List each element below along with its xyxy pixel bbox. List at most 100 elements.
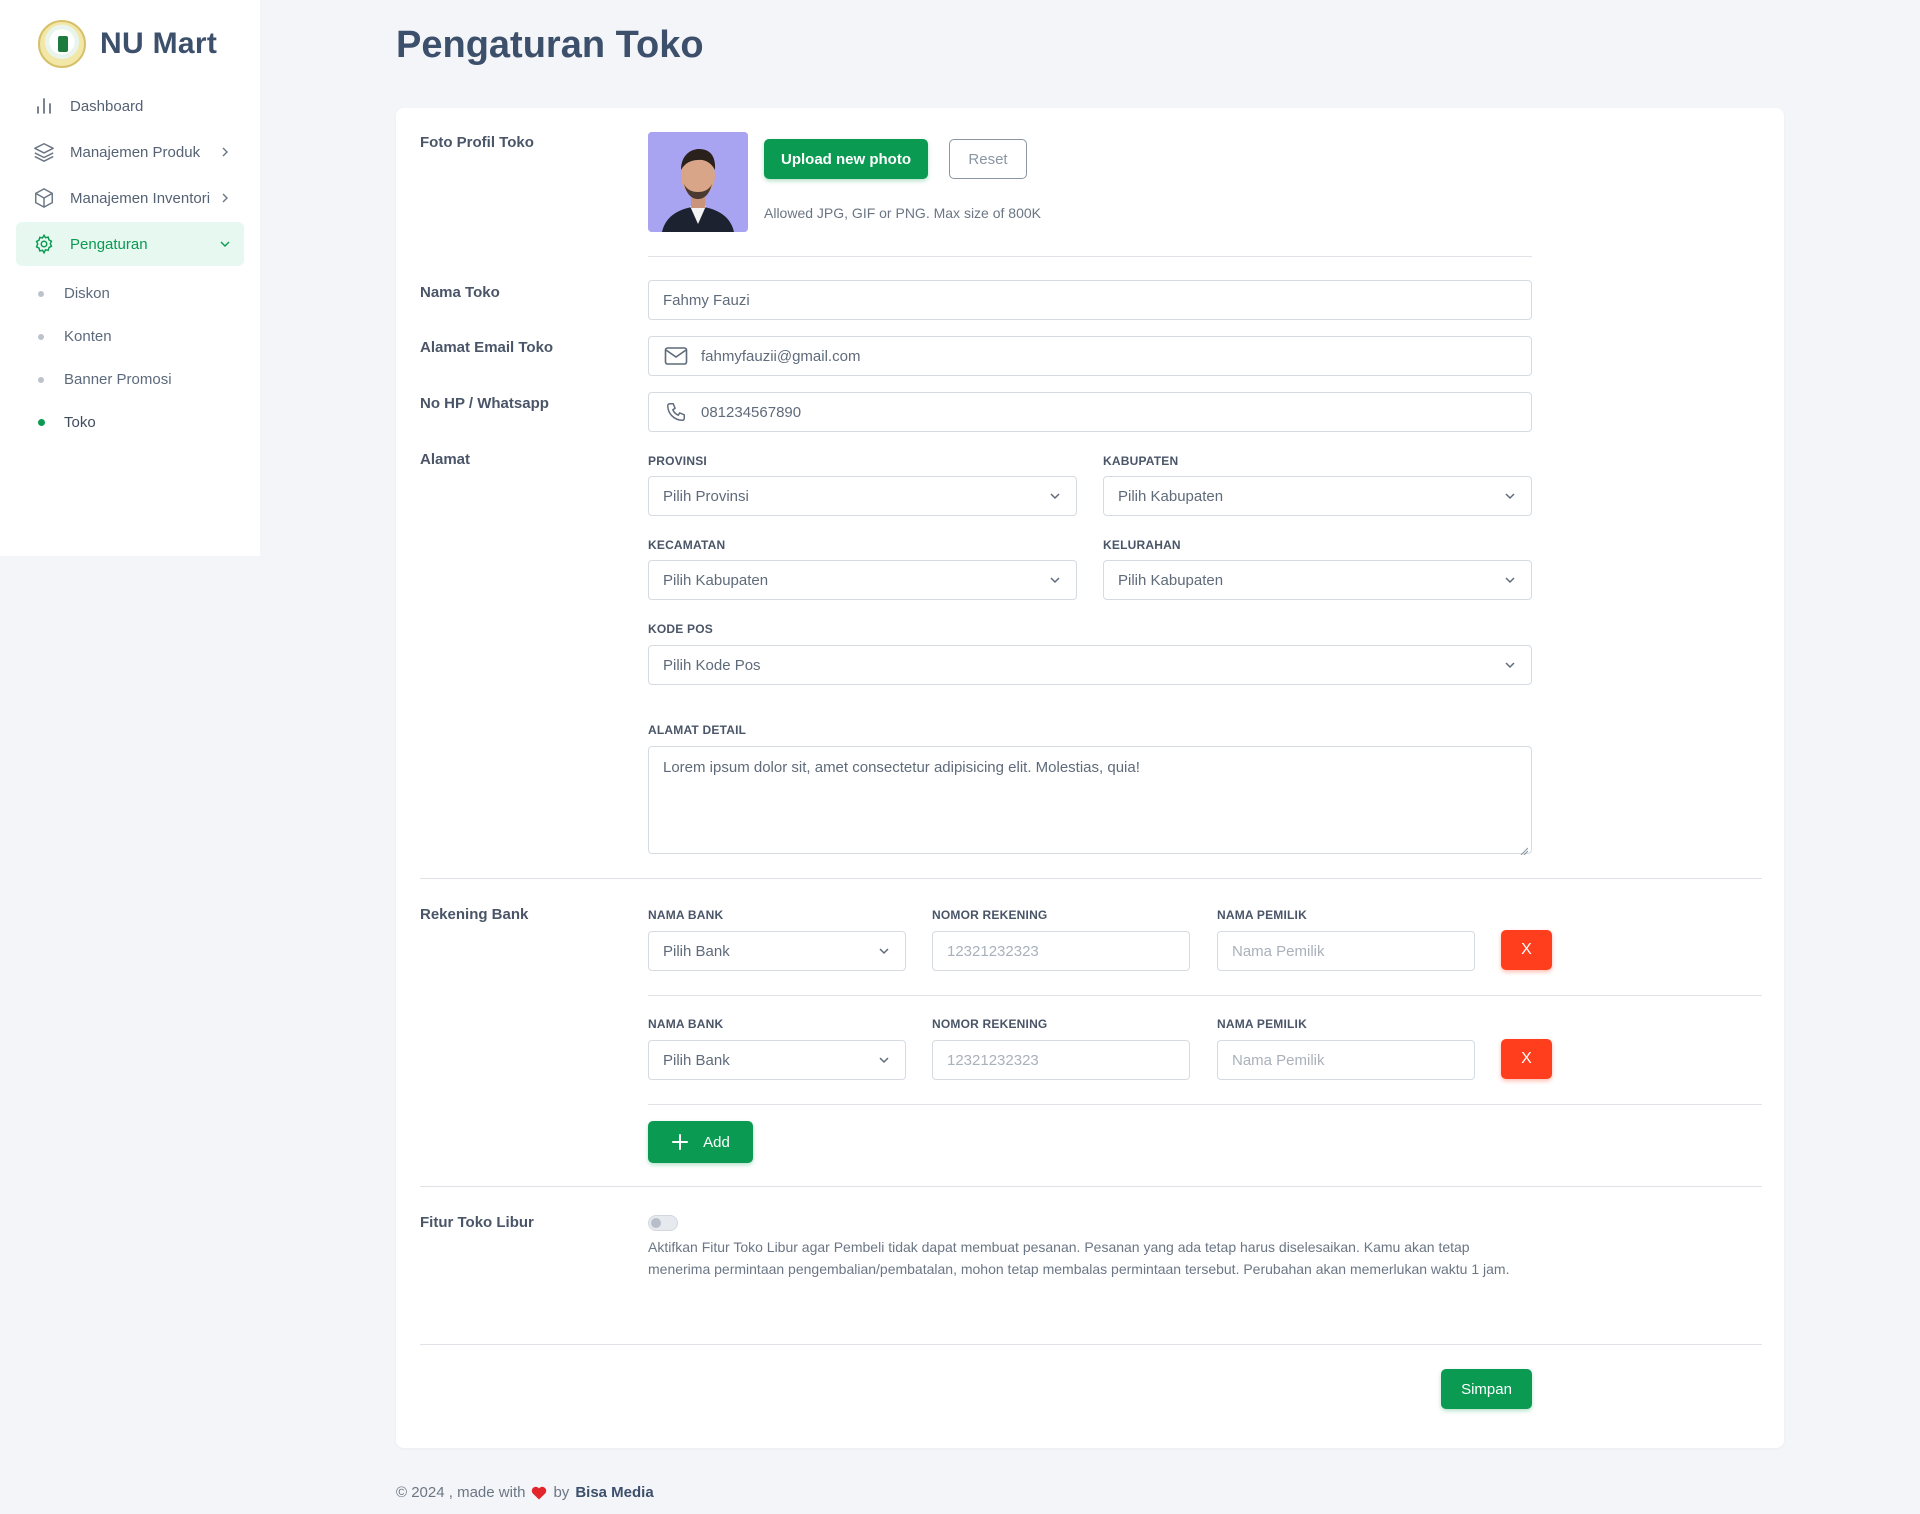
address-detail-label: ALAMAT DETAIL [648,723,747,737]
province-value: Pilih Provinsi [663,487,749,505]
sidebar-nav: Dashboard Manajemen Produk Manajemen Inv… [16,84,244,444]
sidebar-item-label: Pengaturan [70,235,148,253]
store-email-value: fahmyfauzii@gmail.com [701,347,861,365]
chevron-down-icon [877,944,891,958]
mail-icon [663,343,689,369]
gear-icon [32,232,56,256]
sidebar-item-dashboard[interactable]: Dashboard [16,84,244,128]
account-owner-label: NAMA PEMILIK [1217,908,1307,922]
village-value: Pilih Kabupaten [1118,571,1224,589]
divider [648,256,1532,257]
bank-name-label: NAMA BANK [648,908,724,922]
add-bank-label: Add [703,1133,730,1151]
reset-photo-button[interactable]: Reset [949,139,1027,179]
postal-code-label: KODE POS [648,622,713,636]
box-icon [32,186,56,210]
store-email-label: Alamat Email Toko [420,339,554,356]
phone-value: 081234567890 [701,403,802,421]
regency-select[interactable]: Pilih Kabupaten [1103,476,1532,516]
district-select[interactable]: Pilih Kabupaten [648,560,1077,600]
add-bank-button[interactable]: Add [648,1121,753,1163]
chevron-right-icon [218,145,232,159]
phone-label: No HP / Whatsapp [420,395,549,412]
settings-card: Foto Profil Toko Upload new photo Reset … [396,108,1784,1448]
divider [420,1344,1762,1345]
sidebar-subitem-label: Konten [64,328,112,345]
chevron-down-icon [877,1053,891,1067]
bank-select[interactable]: Pilih Bank [648,1040,906,1080]
bar-chart-icon [32,94,56,118]
sidebar-subitem-konten[interactable]: Konten [16,315,244,358]
sidebar-item-label: Manajemen Inventori [70,189,211,207]
photo-label: Foto Profil Toko [420,134,534,151]
sidebar-item-label: Manajemen Produk [70,143,201,161]
upload-photo-button[interactable]: Upload new photo [764,139,928,179]
sidebar-subitem-label: Diskon [64,285,110,302]
sidebar-subitem-toko[interactable]: Toko [16,401,244,444]
sidebar-subitem-diskon[interactable]: Diskon [16,272,244,315]
account-owner-input[interactable]: Nama Pemilik [1217,931,1475,971]
sidebar-item-label: Dashboard [70,97,144,115]
store-name-input[interactable]: Fahmy Fauzi [648,280,1532,320]
bank-select-value: Pilih Bank [663,1051,730,1069]
brand-name: NU Mart [100,27,218,60]
chevron-down-icon [1503,489,1517,503]
account-number-placeholder: 12321232323 [947,1051,1039,1069]
account-owner-label: NAMA PEMILIK [1217,1017,1307,1031]
footer-text: © 2024 , made with [396,1484,526,1501]
account-number-label: NOMOR REKENING [932,908,1048,922]
toggle-knob [651,1218,661,1228]
phone-icon [663,399,689,425]
postal-code-select[interactable]: Pilih Kode Pos [648,645,1532,685]
sidebar-item-manajemen-produk[interactable]: Manajemen Produk [16,130,244,174]
sidebar-subitem-label: Toko [64,414,96,431]
plus-icon [671,1133,689,1151]
address-label: Alamat [420,451,471,468]
bank-select[interactable]: Pilih Bank [648,931,906,971]
district-label: KECAMATAN [648,538,726,552]
chevron-down-icon [1048,489,1062,503]
footer-company-link[interactable]: Bisa Media [575,1484,653,1501]
account-number-placeholder: 12321232323 [947,942,1039,960]
chevron-down-icon [218,237,232,251]
sidebar: NU Mart Dashboard Manajemen Produk Manaj… [0,0,260,556]
chevron-down-icon [1503,573,1517,587]
save-button[interactable]: Simpan [1441,1369,1532,1409]
store-avatar [648,132,748,232]
chevron-down-icon [1503,658,1517,672]
photo-help-text: Allowed JPG, GIF or PNG. Max size of 800… [764,205,1041,221]
divider [420,878,1762,879]
address-detail-textarea[interactable]: Lorem ipsum dolor sit, amet consectetur … [648,746,1532,856]
holiday-mode-help-text: Aktifkan Fitur Toko Libur agar Pembeli t… [648,1239,1510,1277]
bank-name-label: NAMA BANK [648,1017,724,1031]
divider [648,995,1762,996]
resize-handle-icon[interactable] [1520,842,1529,856]
account-owner-placeholder: Nama Pemilik [1232,942,1325,960]
account-number-input[interactable]: 12321232323 [932,1040,1190,1080]
account-number-label: NOMOR REKENING [932,1017,1048,1031]
holiday-mode-toggle[interactable] [648,1215,678,1231]
village-select[interactable]: Pilih Kabupaten [1103,560,1532,600]
chevron-down-icon [1048,573,1062,587]
district-value: Pilih Kabupaten [663,571,769,589]
bank-select-value: Pilih Bank [663,942,730,960]
store-email-input[interactable]: fahmyfauzii@gmail.com [648,336,1532,376]
brand[interactable]: NU Mart [38,20,217,68]
phone-input[interactable]: 081234567890 [648,392,1532,432]
remove-bank-row-button[interactable]: X [1501,1039,1552,1079]
regency-label: KABUPATEN [1103,454,1179,468]
sidebar-subitem-banner-promosi[interactable]: Banner Promosi [16,358,244,401]
address-detail-value: Lorem ipsum dolor sit, amet consectetur … [663,759,1140,776]
bank-account-label: Rekening Bank [420,906,529,923]
village-label: KELURAHAN [1103,538,1181,552]
sidebar-item-pengaturan[interactable]: Pengaturan [16,222,244,266]
regency-value: Pilih Kabupaten [1118,487,1224,505]
province-select[interactable]: Pilih Provinsi [648,476,1077,516]
bullet-icon [38,290,44,297]
account-owner-input[interactable]: Nama Pemilik [1217,1040,1475,1080]
footer: © 2024 , made with by Bisa Media [396,1484,654,1501]
sidebar-item-manajemen-inventori[interactable]: Manajemen Inventori [16,176,244,220]
account-owner-placeholder: Nama Pemilik [1232,1051,1325,1069]
remove-bank-row-button[interactable]: X [1501,930,1552,970]
account-number-input[interactable]: 12321232323 [932,931,1190,971]
